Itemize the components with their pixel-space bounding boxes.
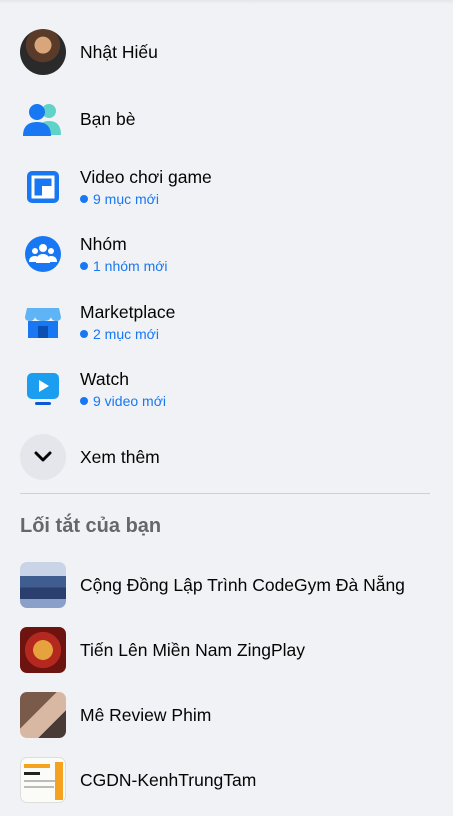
marketplace-icon bbox=[20, 299, 66, 345]
nav-item-label: Marketplace bbox=[80, 301, 176, 322]
chevron-down-icon bbox=[20, 433, 66, 480]
shortcut-label: Mê Review Phim bbox=[80, 704, 212, 725]
dot-icon bbox=[80, 262, 88, 271]
new-items-badge: 9 video mới bbox=[80, 392, 166, 410]
gaming-video-icon bbox=[20, 164, 66, 210]
new-items-badge: 2 mục mới bbox=[80, 325, 175, 343]
shortcut-label: CGDN-KenhTrungTam bbox=[80, 769, 257, 790]
friends-icon bbox=[20, 96, 66, 142]
shortcut-label: Tiến Lên Miền Nam ZingPlay bbox=[80, 639, 306, 660]
dot-icon bbox=[80, 194, 88, 203]
nav-item-gaming-video[interactable]: Video chơi game 9 mục mới bbox=[0, 153, 453, 221]
shortcut-thumbnail bbox=[20, 691, 66, 738]
nav-item-label: Watch bbox=[80, 369, 129, 390]
nav-item-marketplace[interactable]: Marketplace 2 mục mới bbox=[0, 288, 453, 356]
nav-item-label: Nhật Hiếu bbox=[80, 41, 158, 62]
shortcut-item[interactable]: Tiến Lên Miền Nam ZingPlay bbox=[0, 617, 453, 682]
dot-icon bbox=[80, 397, 88, 406]
left-nav: Nhật Hiếu Bạn bè Video chơi game 9 mục m… bbox=[0, 18, 453, 491]
top-shadow bbox=[0, 0, 453, 4]
nav-item-groups[interactable]: Nhóm 1 nhóm mới bbox=[0, 221, 453, 289]
nav-item-profile[interactable]: Nhật Hiếu bbox=[0, 18, 453, 86]
shortcut-label: Cộng Đồng Lập Trình CodeGym Đà Nẵng bbox=[80, 574, 405, 595]
new-items-badge: 1 nhóm mới bbox=[80, 257, 168, 275]
groups-icon bbox=[20, 231, 66, 277]
shortcut-thumbnail bbox=[20, 561, 66, 608]
see-more-button[interactable]: Xem thêm bbox=[0, 423, 453, 491]
dot-icon bbox=[80, 329, 88, 338]
nav-item-label: Video chơi game bbox=[80, 166, 212, 187]
nav-item-label: Bạn bè bbox=[80, 109, 136, 130]
shortcut-item[interactable]: CGDN-KenhTrungTam bbox=[0, 747, 453, 812]
shortcut-thumbnail bbox=[20, 626, 66, 673]
shortcuts-list: Cộng Đồng Lập Trình CodeGym Đà Nẵng Tiến… bbox=[0, 552, 453, 812]
profile-avatar bbox=[20, 28, 66, 75]
divider bbox=[20, 493, 430, 494]
shortcut-item[interactable]: Cộng Đồng Lập Trình CodeGym Đà Nẵng bbox=[0, 552, 453, 617]
shortcut-item[interactable]: Mê Review Phim bbox=[0, 682, 453, 747]
nav-item-label: Xem thêm bbox=[80, 446, 160, 467]
new-items-badge: 9 mục mới bbox=[80, 190, 212, 208]
watch-icon bbox=[20, 366, 66, 412]
shortcut-thumbnail bbox=[20, 756, 66, 803]
nav-item-label: Nhóm bbox=[80, 234, 127, 255]
shortcuts-title: Lối tắt của bạn bbox=[20, 515, 162, 537]
nav-item-watch[interactable]: Watch 9 video mới bbox=[0, 356, 453, 424]
nav-item-friends[interactable]: Bạn bè bbox=[0, 86, 453, 154]
